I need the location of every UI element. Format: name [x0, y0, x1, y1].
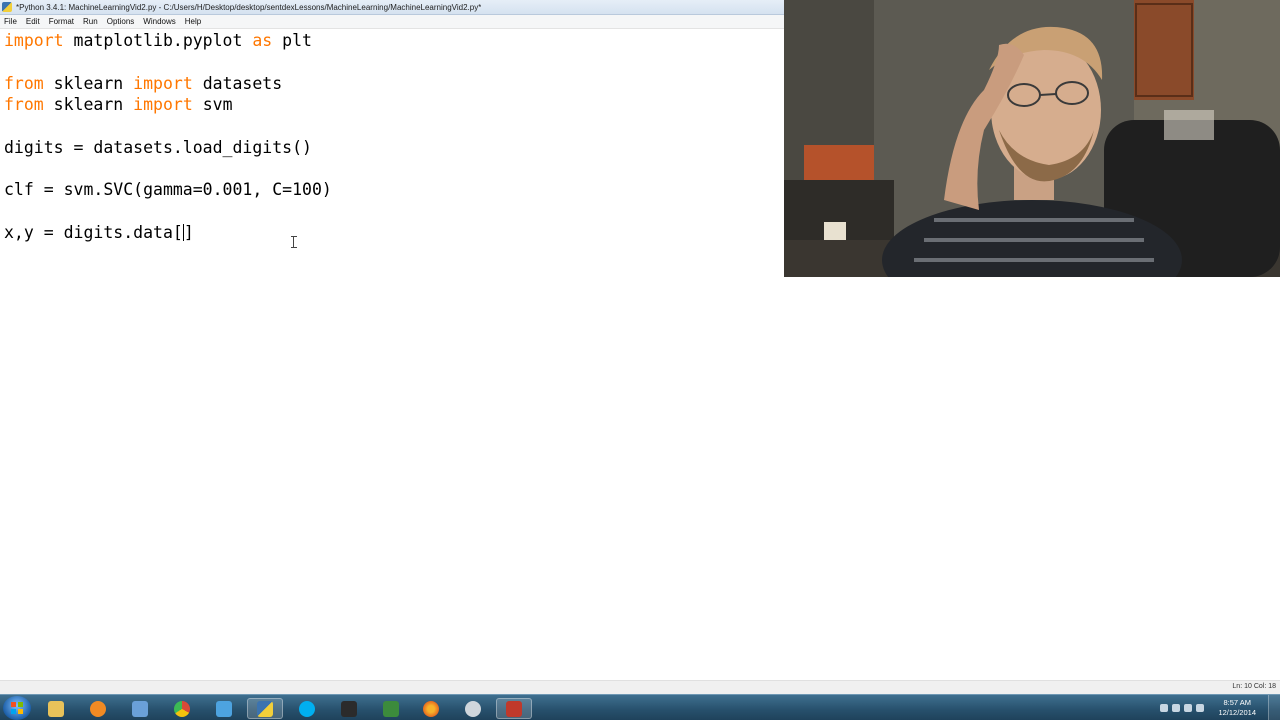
- search-app-icon: [465, 700, 481, 717]
- code-line-load-digits: digits = datasets.load_digits(): [4, 138, 312, 157]
- python-idle-icon: [2, 2, 12, 12]
- clock-date: 12/12/2014: [1218, 708, 1256, 717]
- webcam-overlay: [784, 0, 1280, 277]
- menu-bar: File Edit Format Run Options Windows Hel…: [0, 15, 784, 29]
- webcam-video-image: [784, 0, 1280, 277]
- code-line-svc: clf = svm.SVC(gamma=0.001, C=100): [4, 180, 332, 199]
- code-text: plt: [272, 31, 312, 50]
- python-icon: [257, 700, 273, 717]
- status-bar: Ln: 10 Col: 18: [0, 680, 1280, 694]
- paint-icon: [216, 700, 232, 717]
- taskbar-document[interactable]: [122, 698, 158, 719]
- chrome-icon: [174, 700, 190, 717]
- tray-flag-icon[interactable]: [1172, 704, 1180, 712]
- firefox-icon: [423, 700, 439, 717]
- app-v-icon: [341, 700, 357, 717]
- menu-windows[interactable]: Windows: [143, 17, 175, 26]
- code-line-import-datasets: from sklearn import datasets: [4, 73, 282, 94]
- code-line-xy: x,y = digits.data[]: [4, 222, 194, 243]
- code-text: datasets: [192, 74, 283, 93]
- taskbar-firefox[interactable]: [413, 698, 449, 719]
- tray-arrow-icon[interactable]: [1160, 704, 1168, 712]
- taskbar-skype[interactable]: [289, 698, 325, 719]
- taskbar-python-idle[interactable]: [247, 698, 283, 719]
- menu-run[interactable]: Run: [83, 17, 98, 26]
- taskbar-clock[interactable]: 8:57 AM 12/12/2014: [1218, 698, 1256, 718]
- app-red-icon: [506, 700, 522, 717]
- taskbar-paint[interactable]: [206, 698, 242, 719]
- code-text: svm: [192, 95, 233, 114]
- clock-time: 8:57 AM: [1223, 698, 1251, 707]
- taskbar-app-red[interactable]: [496, 698, 532, 719]
- menu-options[interactable]: Options: [107, 17, 135, 26]
- start-button[interactable]: [3, 696, 31, 720]
- windows-taskbar: 8:57 AM 12/12/2014: [0, 694, 1280, 720]
- menu-help[interactable]: Help: [185, 17, 201, 26]
- document-icon: [132, 700, 148, 717]
- code-text: sklearn: [43, 95, 134, 114]
- keyword-from: from: [4, 74, 44, 93]
- taskbar-search-app[interactable]: [455, 698, 491, 719]
- taskbar-terminal[interactable]: [373, 698, 409, 719]
- keyword-import: import: [133, 95, 193, 114]
- keyword-as: as: [252, 31, 273, 50]
- show-desktop-button[interactable]: [1268, 695, 1280, 720]
- window-titlebar[interactable]: *Python 3.4.1: MachineLearningVid2.py - …: [0, 0, 784, 15]
- taskbar-chrome[interactable]: [164, 698, 200, 719]
- windows-logo-icon: [11, 702, 23, 714]
- ibeam-cursor-icon: [291, 236, 297, 248]
- window-title: *Python 3.4.1: MachineLearningVid2.py - …: [16, 2, 482, 12]
- tray-network-icon[interactable]: [1184, 704, 1192, 712]
- media-player-icon: [90, 700, 106, 717]
- keyword-import: import: [4, 31, 64, 50]
- skype-icon: [299, 700, 315, 717]
- cursor-position-status: Ln: 10 Col: 18: [1232, 683, 1276, 690]
- code-text: sklearn: [43, 74, 134, 93]
- taskbar-folder[interactable]: [38, 698, 74, 719]
- menu-edit[interactable]: Edit: [26, 17, 40, 26]
- code-text: matplotlib.pyplot: [63, 31, 253, 50]
- terminal-icon: [383, 700, 399, 717]
- menu-file[interactable]: File: [4, 17, 17, 26]
- code-line-import-matplotlib: import matplotlib.pyplot as plt: [4, 30, 312, 51]
- taskbar-media-player[interactable]: [80, 698, 116, 719]
- keyword-from: from: [4, 95, 44, 114]
- folder-icon: [48, 700, 64, 717]
- code-text: ]: [183, 223, 194, 242]
- code-line-import-svm: from sklearn import svm: [4, 94, 233, 115]
- keyword-import: import: [133, 74, 193, 93]
- taskbar-app-v[interactable]: [331, 698, 367, 719]
- menu-format[interactable]: Format: [49, 17, 74, 26]
- tray-volume-icon[interactable]: [1196, 704, 1204, 712]
- code-text: x,y = digits.data[: [4, 223, 183, 242]
- system-tray: 8:57 AM 12/12/2014: [1160, 695, 1280, 720]
